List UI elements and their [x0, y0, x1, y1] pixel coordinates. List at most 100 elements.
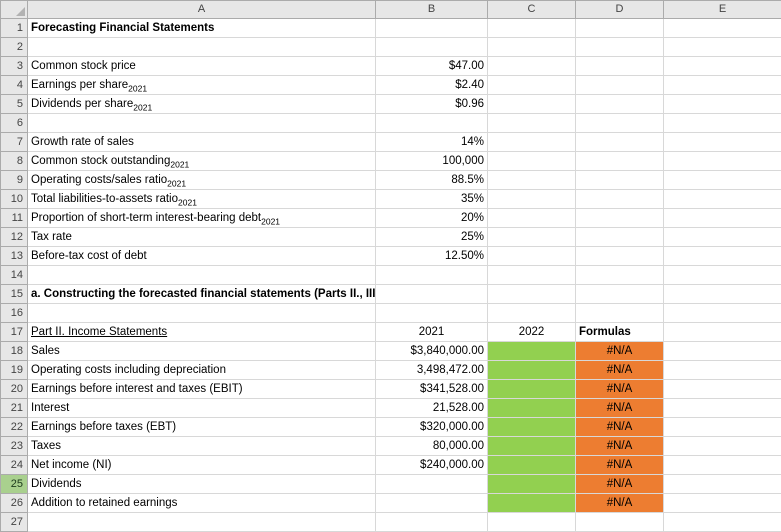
cell-D18[interactable]: #N/A — [576, 342, 664, 361]
row-header-21[interactable]: 21 — [1, 399, 28, 418]
cell-D17[interactable]: Formulas — [576, 323, 664, 342]
cell-D16[interactable] — [576, 304, 664, 323]
cell-E15[interactable] — [664, 285, 781, 304]
cell-D25[interactable]: #N/A — [576, 475, 664, 494]
column-header-E[interactable]: E — [664, 1, 781, 19]
cell-C22[interactable] — [488, 418, 576, 437]
cell-A5[interactable]: Dividends per share2021 — [28, 95, 376, 114]
cell-A13[interactable]: Before-tax cost of debt — [28, 247, 376, 266]
cell-E25[interactable] — [664, 475, 781, 494]
cell-D15[interactable] — [576, 285, 664, 304]
cell-E26[interactable] — [664, 494, 781, 513]
cell-A10[interactable]: Total liabilities-to-assets ratio2021 — [28, 190, 376, 209]
row-header-22[interactable]: 22 — [1, 418, 28, 437]
column-header-B[interactable]: B — [376, 1, 488, 19]
cell-D12[interactable] — [576, 228, 664, 247]
cell-A12[interactable]: Tax rate — [28, 228, 376, 247]
cell-A6[interactable] — [28, 114, 376, 133]
row-header-12[interactable]: 12 — [1, 228, 28, 247]
cell-B6[interactable] — [376, 114, 488, 133]
cell-B20[interactable]: $341,528.00 — [376, 380, 488, 399]
select-all-corner[interactable] — [1, 1, 28, 19]
cell-A7[interactable]: Growth rate of sales — [28, 133, 376, 152]
cell-A2[interactable] — [28, 38, 376, 57]
cell-D5[interactable] — [576, 95, 664, 114]
cell-B21[interactable]: 21,528.00 — [376, 399, 488, 418]
cell-D22[interactable]: #N/A — [576, 418, 664, 437]
cell-E14[interactable] — [664, 266, 781, 285]
cell-E3[interactable] — [664, 57, 781, 76]
cell-B23[interactable]: 80,000.00 — [376, 437, 488, 456]
cell-D9[interactable] — [576, 171, 664, 190]
cell-B24[interactable]: $240,000.00 — [376, 456, 488, 475]
cell-E19[interactable] — [664, 361, 781, 380]
row-header-2[interactable]: 2 — [1, 38, 28, 57]
cell-E6[interactable] — [664, 114, 781, 133]
cell-D7[interactable] — [576, 133, 664, 152]
cell-C7[interactable] — [488, 133, 576, 152]
cell-C19[interactable] — [488, 361, 576, 380]
cell-A1[interactable]: Forecasting Financial Statements — [28, 19, 376, 38]
cell-B14[interactable] — [376, 266, 488, 285]
cell-A14[interactable] — [28, 266, 376, 285]
cell-A25[interactable]: Dividends — [28, 475, 376, 494]
cell-A16[interactable] — [28, 304, 376, 323]
cell-D6[interactable] — [576, 114, 664, 133]
cell-B1[interactable] — [376, 19, 488, 38]
row-header-10[interactable]: 10 — [1, 190, 28, 209]
row-header-15[interactable]: 15 — [1, 285, 28, 304]
cell-D8[interactable] — [576, 152, 664, 171]
cell-A8[interactable]: Common stock outstanding2021 — [28, 152, 376, 171]
column-header-C[interactable]: C — [488, 1, 576, 19]
cell-E9[interactable] — [664, 171, 781, 190]
cell-B9[interactable]: 88.5% — [376, 171, 488, 190]
cell-C20[interactable] — [488, 380, 576, 399]
cell-A18[interactable]: Sales — [28, 342, 376, 361]
cell-E12[interactable] — [664, 228, 781, 247]
cell-E11[interactable] — [664, 209, 781, 228]
cell-C5[interactable] — [488, 95, 576, 114]
row-header-17[interactable]: 17 — [1, 323, 28, 342]
cell-C2[interactable] — [488, 38, 576, 57]
row-header-16[interactable]: 16 — [1, 304, 28, 323]
cell-C3[interactable] — [488, 57, 576, 76]
cell-A21[interactable]: Interest — [28, 399, 376, 418]
cell-D13[interactable] — [576, 247, 664, 266]
row-header-27[interactable]: 27 — [1, 513, 28, 532]
cell-B3[interactable]: $47.00 — [376, 57, 488, 76]
row-header-18[interactable]: 18 — [1, 342, 28, 361]
row-header-8[interactable]: 8 — [1, 152, 28, 171]
cell-B12[interactable]: 25% — [376, 228, 488, 247]
cell-C27[interactable] — [488, 513, 576, 532]
cell-D21[interactable]: #N/A — [576, 399, 664, 418]
row-header-1[interactable]: 1 — [1, 19, 28, 38]
cell-E21[interactable] — [664, 399, 781, 418]
cell-B4[interactable]: $2.40 — [376, 76, 488, 95]
cell-B10[interactable]: 35% — [376, 190, 488, 209]
cell-B18[interactable]: $3,840,000.00 — [376, 342, 488, 361]
cell-C6[interactable] — [488, 114, 576, 133]
cell-E7[interactable] — [664, 133, 781, 152]
cell-B25[interactable] — [376, 475, 488, 494]
cell-C14[interactable] — [488, 266, 576, 285]
row-header-23[interactable]: 23 — [1, 437, 28, 456]
column-header-A[interactable]: A — [28, 1, 376, 19]
row-header-6[interactable]: 6 — [1, 114, 28, 133]
cell-C18[interactable] — [488, 342, 576, 361]
cell-B7[interactable]: 14% — [376, 133, 488, 152]
cell-A26[interactable]: Addition to retained earnings — [28, 494, 376, 513]
cell-A27[interactable] — [28, 513, 376, 532]
cell-B8[interactable]: 100,000 — [376, 152, 488, 171]
cell-A24[interactable]: Net income (NI) — [28, 456, 376, 475]
cell-C15[interactable] — [488, 285, 576, 304]
cell-E22[interactable] — [664, 418, 781, 437]
row-header-11[interactable]: 11 — [1, 209, 28, 228]
cell-C24[interactable] — [488, 456, 576, 475]
cell-D24[interactable]: #N/A — [576, 456, 664, 475]
cell-A19[interactable]: Operating costs including depreciation — [28, 361, 376, 380]
cell-E4[interactable] — [664, 76, 781, 95]
row-header-20[interactable]: 20 — [1, 380, 28, 399]
column-header-D[interactable]: D — [576, 1, 664, 19]
row-header-3[interactable]: 3 — [1, 57, 28, 76]
cell-C10[interactable] — [488, 190, 576, 209]
